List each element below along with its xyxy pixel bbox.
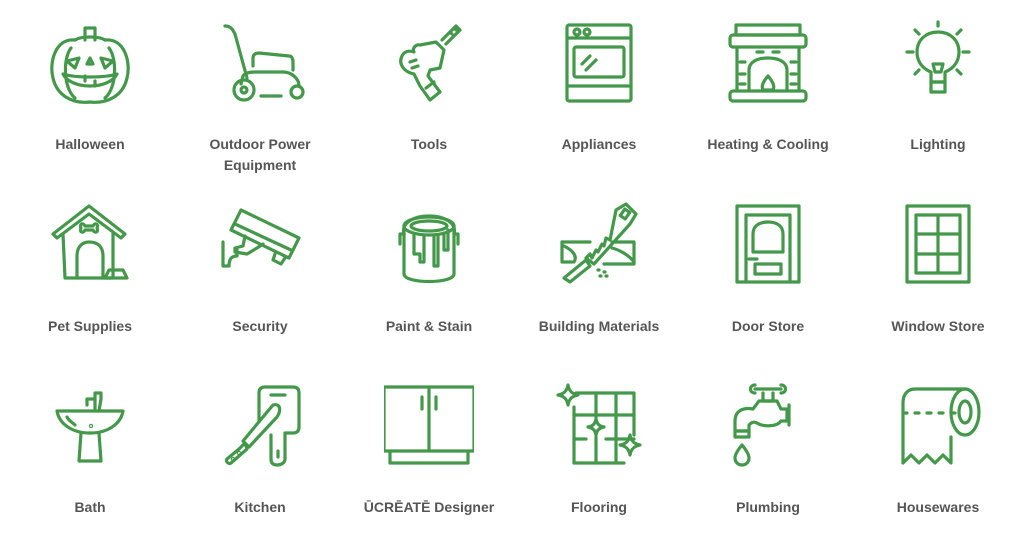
category-label: Door Store (731, 318, 805, 334)
category-label: Building Materials (538, 318, 660, 334)
category-grid: Halloween Outdoor Power Equipment Tools (0, 0, 1024, 556)
category-label: Plumbing (736, 499, 800, 515)
tiles-icon (556, 383, 642, 465)
category-label: Halloween (55, 136, 125, 152)
saw-icon (560, 202, 638, 284)
category-pet-supplies[interactable]: Pet Supplies (5, 200, 175, 337)
category-label: Appliances (561, 136, 637, 152)
faucet-icon (733, 383, 791, 467)
category-heating-cooling[interactable]: Heating & Cooling (683, 18, 853, 155)
cabinet-icon (384, 385, 474, 465)
category-appliances[interactable]: Appliances (514, 18, 684, 155)
category-door-store[interactable]: Door Store (683, 200, 853, 337)
fireplace-icon (728, 23, 808, 103)
category-tools[interactable]: Tools (344, 18, 514, 155)
category-label: Lighting (910, 136, 966, 152)
category-plumbing[interactable]: Plumbing (683, 381, 853, 518)
category-halloween[interactable]: Halloween (5, 18, 175, 155)
category-label: Outdoor Power Equipment (209, 136, 311, 173)
category-kitchen[interactable]: Kitchen (175, 381, 345, 518)
category-label: ŪCRĒATĒ Designer (363, 499, 495, 515)
category-paint-stain[interactable]: Paint & Stain (344, 200, 514, 337)
category-housewares[interactable]: Housewares (853, 381, 1023, 518)
category-building-materials[interactable]: Building Materials (514, 200, 684, 337)
knife-board-icon (224, 385, 301, 467)
window-icon (905, 204, 971, 284)
category-flooring[interactable]: Flooring (514, 381, 684, 518)
category-ucreate-designer[interactable]: ŪCRĒATĒ Designer (344, 381, 514, 518)
category-label: Tools (410, 136, 448, 152)
category-window-store[interactable]: Window Store (853, 200, 1023, 337)
category-bath[interactable]: Bath (5, 381, 175, 518)
category-outdoor-power-equipment[interactable]: Outdoor Power Equipment (175, 18, 345, 176)
dog-house-icon (51, 204, 129, 280)
sink-icon (55, 391, 125, 463)
category-label: Kitchen (234, 499, 286, 515)
category-label: Pet Supplies (47, 318, 133, 334)
category-label: Heating & Cooling (707, 136, 829, 152)
lawn-mower-icon (223, 24, 305, 102)
light-bulb-icon (905, 20, 971, 94)
category-lighting[interactable]: Lighting (853, 18, 1023, 155)
pumpkin-icon (50, 26, 130, 104)
paint-can-icon (398, 214, 460, 284)
category-label: Security (232, 318, 288, 334)
door-icon (735, 204, 801, 284)
security-camera-icon (221, 208, 301, 268)
oven-icon (565, 23, 633, 103)
category-label: Window Store (891, 318, 985, 334)
paper-roll-icon (901, 387, 981, 465)
drill-icon (399, 24, 462, 102)
category-security[interactable]: Security (175, 200, 345, 337)
category-label: Housewares (896, 499, 980, 515)
category-label: Paint & Stain (385, 318, 473, 334)
category-label: Bath (74, 499, 106, 515)
category-label: Flooring (571, 499, 627, 515)
